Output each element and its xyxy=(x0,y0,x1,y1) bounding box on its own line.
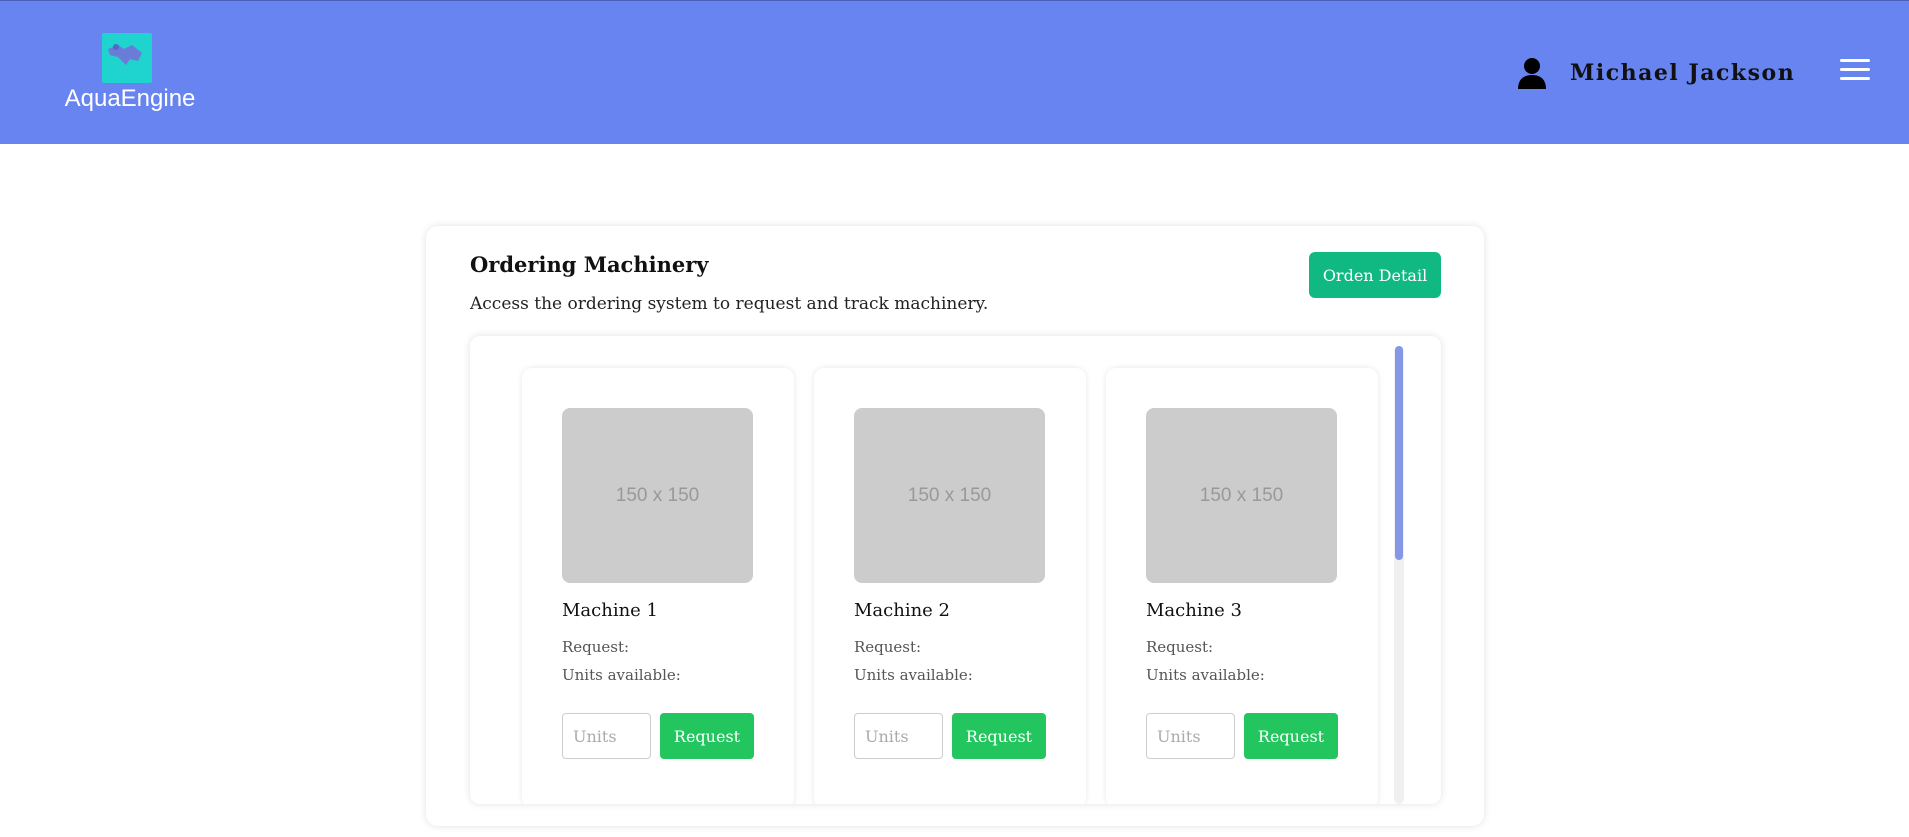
panel-description: Access the ordering system to request an… xyxy=(470,294,989,314)
machine-card: 150 x 150 Machine 2 Request: Units avail… xyxy=(814,368,1086,804)
units-input[interactable] xyxy=(854,713,943,759)
units-available-label: Units available: xyxy=(854,666,973,684)
machine-card: 150 x 150 Machine 1 Request: Units avail… xyxy=(522,368,794,804)
machine-image-placeholder: 150 x 150 xyxy=(854,408,1045,583)
machine-name: Machine 3 xyxy=(1146,600,1243,621)
hamburger-menu-icon[interactable] xyxy=(1840,59,1870,85)
machine-image-placeholder: 150 x 150 xyxy=(1146,408,1337,583)
units-available-label: Units available: xyxy=(1146,666,1265,684)
ordering-panel: Ordering Machinery Access the ordering s… xyxy=(426,226,1484,826)
order-detail-button[interactable]: Orden Detail xyxy=(1309,252,1441,298)
machine-name: Machine 2 xyxy=(854,600,951,621)
panel-title: Ordering Machinery xyxy=(470,252,709,277)
request-label: Request: xyxy=(562,638,630,656)
machine-cards: 150 x 150 Machine 1 Request: Units avail… xyxy=(522,368,1378,804)
request-label: Request: xyxy=(854,638,922,656)
machine-card: 150 x 150 Machine 3 Request: Units avail… xyxy=(1106,368,1378,804)
request-label: Request: xyxy=(1146,638,1214,656)
units-available-label: Units available: xyxy=(562,666,681,684)
machines-scroll-area[interactable]: 150 x 150 Machine 1 Request: Units avail… xyxy=(470,336,1441,804)
app-name: AquaEngine xyxy=(64,85,196,112)
request-button[interactable]: Request xyxy=(952,713,1046,759)
user-icon xyxy=(1518,58,1546,89)
user-name: Michael Jackson xyxy=(1570,60,1796,86)
app-logo[interactable]: AquaEngine xyxy=(60,33,200,123)
user-profile[interactable]: Michael Jackson xyxy=(1514,53,1795,93)
scrollbar-thumb[interactable] xyxy=(1395,346,1403,560)
request-button[interactable]: Request xyxy=(1244,713,1338,759)
units-input[interactable] xyxy=(1146,713,1235,759)
map-logo-icon xyxy=(102,33,152,83)
top-header: AquaEngine Michael Jackson xyxy=(0,0,1909,144)
machine-name: Machine 1 xyxy=(562,600,659,621)
request-button[interactable]: Request xyxy=(660,713,754,759)
vertical-scrollbar[interactable] xyxy=(1394,346,1404,804)
machine-image-placeholder: 150 x 150 xyxy=(562,408,753,583)
units-input[interactable] xyxy=(562,713,651,759)
